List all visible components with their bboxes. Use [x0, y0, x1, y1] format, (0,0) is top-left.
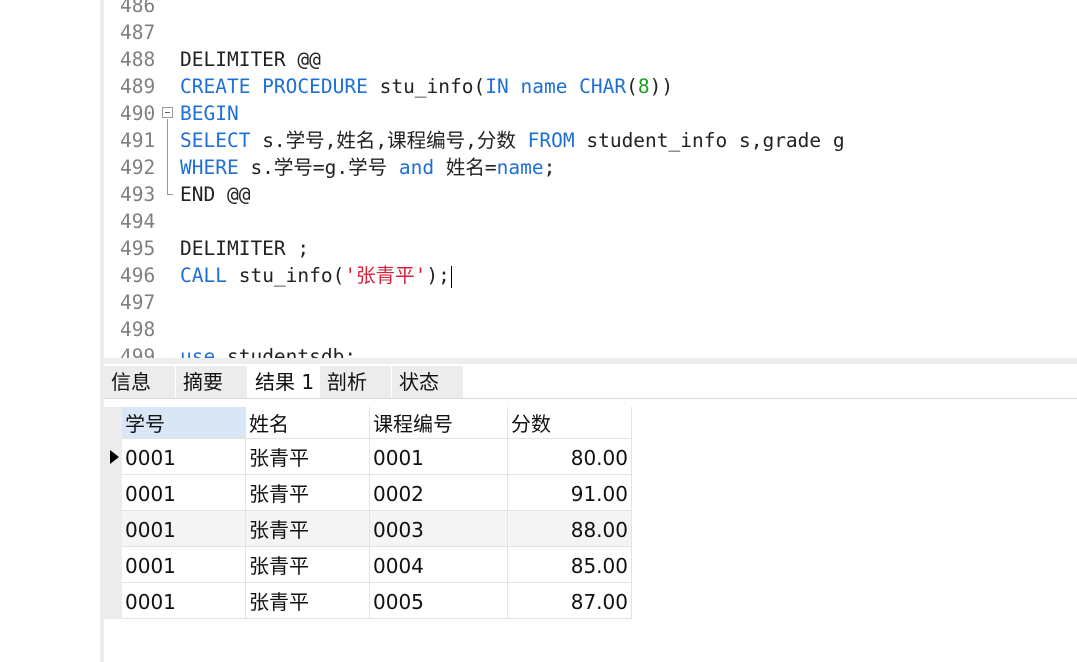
line-number: 497 — [120, 291, 156, 314]
table-cell[interactable]: 张青平 — [246, 475, 370, 511]
line-number: 498 — [120, 318, 156, 341]
fold-guide-end — [167, 194, 173, 195]
code-token: BEGIN — [180, 102, 239, 125]
code-line[interactable]: 495 DELIMITER ; — [104, 235, 1077, 262]
code-token: DELIMITER ; — [180, 237, 310, 260]
table-cell[interactable]: 0001 — [122, 583, 246, 619]
code-text: use studentsdb; — [180, 343, 356, 358]
code-token: @@ — [215, 183, 251, 206]
code-token: FROM — [527, 129, 575, 152]
code-line[interactable]: 486 — [104, 0, 1077, 19]
tab-2[interactable]: 结果 1 — [248, 366, 319, 399]
line-number: 487 — [120, 21, 156, 44]
current-row-icon — [110, 450, 119, 464]
code-token: stu_info( — [226, 264, 345, 287]
sql-editor[interactable]: 486 487 488 DELIMITER @@ 489 CREATE PROCEDURE… — [104, 0, 1077, 358]
code-token: '张青平' — [344, 264, 427, 287]
code-token: 姓名= — [434, 156, 497, 179]
code-token: IN name CHAR — [485, 75, 627, 98]
code-line[interactable]: 491 SELECT s.学号,姓名,课程编号,分数 FROM student_i… — [104, 127, 1077, 154]
left-margin — [0, 0, 100, 662]
table-cell[interactable]: 0005 — [370, 583, 508, 619]
line-number: 494 — [120, 210, 156, 233]
code-text: BEGIN — [180, 100, 239, 127]
line-number: 486 — [120, 0, 156, 17]
code-line[interactable]: 496 CALL stu_info('张青平'); — [104, 262, 1077, 289]
table-cell[interactable]: 张青平 — [246, 583, 370, 619]
column-header[interactable]: 学号 — [122, 407, 246, 439]
code-token: name — [496, 156, 544, 179]
column-header[interactable]: 姓名 — [246, 407, 370, 439]
code-text: END @@ — [180, 181, 250, 208]
code-token: ; — [543, 156, 556, 179]
fold-guide — [167, 119, 168, 194]
table-cell[interactable]: 91.00 — [508, 475, 632, 511]
table-cell[interactable]: 80.00 — [508, 439, 632, 475]
table-cell[interactable]: 0002 — [370, 475, 508, 511]
result-grid[interactable]: 学号 姓名 课程编号 分数 0001 张青平 0001 80.00 0001 张青平 0002 91.… — [104, 399, 1077, 662]
code-token: studentsdb; — [215, 345, 357, 358]
line-number: 496 — [120, 264, 156, 287]
table-cell[interactable]: 0001 — [122, 547, 246, 583]
code-token: student_info s,grade g — [574, 129, 845, 152]
table-cell[interactable]: 张青平 — [246, 511, 370, 547]
code-line[interactable]: 497 — [104, 289, 1077, 316]
line-number: 499 — [120, 345, 156, 358]
table-cell[interactable]: 0004 — [370, 547, 508, 583]
code-token: use — [180, 345, 216, 358]
tab-3[interactable]: 剖析 — [320, 366, 391, 399]
code-token: 8 — [637, 75, 650, 98]
code-token: and — [398, 156, 435, 179]
code-text: WHERE s.学号=g.学号 and 姓名=name; — [180, 154, 555, 181]
table-cell[interactable]: 张青平 — [246, 439, 370, 475]
line-number: 489 — [120, 75, 156, 98]
code-token: stu_info( — [367, 75, 486, 98]
table-cell[interactable]: 0001 — [122, 475, 246, 511]
tab-0[interactable]: 信息 — [104, 366, 175, 399]
table-cell[interactable]: 张青平 — [246, 547, 370, 583]
table-cell[interactable]: 85.00 — [508, 547, 632, 583]
table-cell[interactable]: 0001 — [122, 439, 246, 475]
code-line[interactable]: 489 CREATE PROCEDURE stu_info(IN name CHA… — [104, 73, 1077, 100]
code-line[interactable]: 487 — [104, 19, 1077, 46]
code-token: END — [180, 183, 216, 206]
table-cell[interactable]: 87.00 — [508, 583, 632, 619]
code-text: SELECT s.学号,姓名,课程编号,分数 FROM student_info… — [180, 127, 845, 154]
code-token: SELECT — [180, 129, 251, 152]
tab-1[interactable]: 摘要 — [176, 366, 247, 399]
tab-4[interactable]: 状态 — [392, 366, 463, 399]
code-text: DELIMITER @@ — [180, 46, 321, 73]
code-token: s.学号,姓名,课程编号,分数 — [250, 129, 528, 152]
row-indicator-column — [104, 407, 122, 619]
table-cell[interactable]: 0003 — [370, 511, 508, 547]
code-token: ( — [626, 75, 638, 98]
column-header[interactable]: 课程编号 — [370, 407, 508, 439]
code-token: )) — [649, 75, 674, 98]
code-line[interactable]: 499 use studentsdb; — [104, 343, 1077, 358]
code-token: ); — [426, 264, 450, 287]
table-cell[interactable]: 0001 — [370, 439, 508, 475]
code-line[interactable]: 498 — [104, 316, 1077, 343]
code-token: WHERE — [180, 156, 239, 179]
code-token: CREATE PROCEDURE — [180, 75, 368, 98]
result-tabs: 信息 摘要 结果 1 剖析 状态 — [104, 364, 1077, 399]
table-cell[interactable]: 88.00 — [508, 511, 632, 547]
code-token: s.学号=g.学号 — [238, 156, 399, 179]
table-cell[interactable]: 0001 — [122, 511, 246, 547]
code-text: CALL stu_info('张青平'); — [180, 262, 452, 289]
code-text: DELIMITER ; — [180, 235, 309, 262]
code-line[interactable]: 494 — [104, 208, 1077, 235]
line-number: 488 — [120, 48, 156, 71]
code-line[interactable]: 488 DELIMITER @@ — [104, 46, 1077, 73]
fold-toggle-icon[interactable] — [162, 107, 173, 118]
code-text: CREATE PROCEDURE stu_info(IN name CHAR(8… — [180, 73, 673, 100]
code-token: CALL — [180, 264, 227, 287]
code-line[interactable]: 493 END @@ — [104, 181, 1077, 208]
code-line[interactable]: 492 WHERE s.学号=g.学号 and 姓名=name; — [104, 154, 1077, 181]
code-line[interactable]: 490 BEGIN — [104, 100, 1077, 127]
line-number: 495 — [120, 237, 156, 260]
code-token: DELIMITER @@ — [180, 48, 321, 71]
column-header[interactable]: 分数 — [508, 407, 632, 439]
text-caret — [450, 265, 452, 288]
